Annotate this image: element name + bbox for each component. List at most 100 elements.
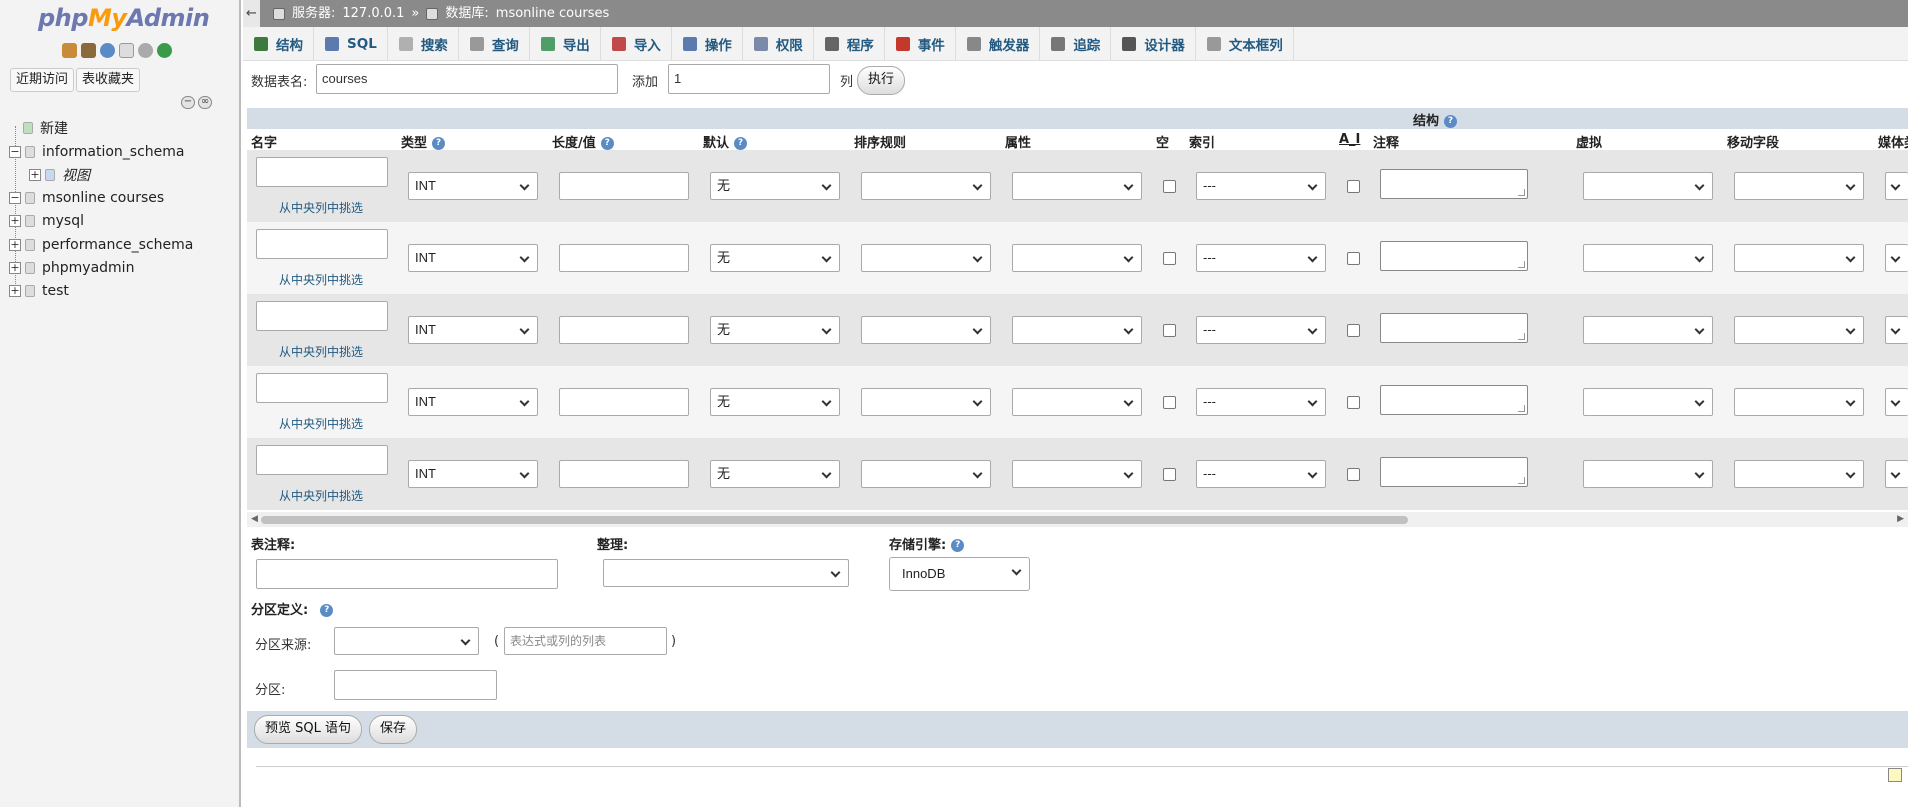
comment-textarea[interactable]: [1380, 385, 1528, 415]
column-name-input[interactable]: [256, 157, 388, 187]
settings-icon[interactable]: [138, 43, 153, 58]
comment-textarea[interactable]: [1380, 457, 1528, 487]
save-button[interactable]: 保存: [369, 715, 418, 744]
mime-type-select[interactable]: [1885, 244, 1908, 272]
move-column-select[interactable]: [1734, 172, 1864, 200]
tab-11[interactable]: 追踪: [1040, 27, 1112, 61]
preview-sql-button[interactable]: 预览 SQL 语句: [254, 715, 362, 744]
breadcrumb-database[interactable]: msonline courses: [496, 0, 609, 27]
mime-type-select[interactable]: [1885, 316, 1908, 344]
expand-toggle[interactable]: +: [9, 215, 21, 227]
partition-source-select[interactable]: [334, 627, 479, 655]
virtuality-select[interactable]: [1583, 244, 1713, 272]
move-column-select[interactable]: [1734, 388, 1864, 416]
index-select[interactable]: ---: [1196, 244, 1326, 272]
tree-item-test[interactable]: + test: [9, 280, 69, 302]
null-checkbox[interactable]: [1163, 252, 1176, 265]
mime-type-select[interactable]: [1885, 460, 1908, 488]
type-select[interactable]: INT: [408, 460, 538, 488]
attributes-select[interactable]: [1012, 388, 1142, 416]
tab-8[interactable]: 程序: [814, 27, 885, 61]
attributes-select[interactable]: [1012, 460, 1142, 488]
index-select[interactable]: ---: [1196, 172, 1326, 200]
column-name-input[interactable]: [256, 445, 388, 475]
default-select[interactable]: 无: [710, 388, 840, 416]
mime-type-select[interactable]: [1885, 172, 1908, 200]
collapse-all-icon[interactable]: −: [181, 96, 195, 109]
attributes-select[interactable]: [1012, 244, 1142, 272]
column-name-input[interactable]: [256, 373, 388, 403]
column-name-input[interactable]: [256, 301, 388, 331]
index-select[interactable]: ---: [1196, 460, 1326, 488]
tab-13[interactable]: 文本框列: [1196, 27, 1294, 61]
tab-7[interactable]: 权限: [743, 27, 814, 61]
type-select[interactable]: INT: [408, 388, 538, 416]
length-input[interactable]: [559, 172, 689, 200]
pick-from-central-link[interactable]: 从中央列中挑选: [279, 343, 363, 360]
collapse-toggle[interactable]: −: [9, 146, 21, 158]
default-select[interactable]: 无: [710, 460, 840, 488]
expand-toggle[interactable]: +: [9, 285, 21, 297]
auto-increment-checkbox[interactable]: [1347, 324, 1360, 337]
tab-4[interactable]: 导出: [530, 27, 601, 61]
docs-icon[interactable]: [119, 43, 134, 58]
comment-textarea[interactable]: [1380, 241, 1528, 271]
attributes-select[interactable]: [1012, 316, 1142, 344]
add-columns-input[interactable]: 1: [668, 64, 830, 94]
length-input[interactable]: [559, 460, 689, 488]
logout-icon[interactable]: [81, 43, 96, 58]
column-name-input[interactable]: [256, 229, 388, 259]
length-input[interactable]: [559, 388, 689, 416]
scroll-right-icon[interactable]: ▶: [1897, 514, 1904, 524]
go-button[interactable]: 执行: [857, 66, 906, 95]
index-select[interactable]: ---: [1196, 388, 1326, 416]
collation-select[interactable]: [861, 172, 991, 200]
type-select[interactable]: INT: [408, 244, 538, 272]
table-name-input[interactable]: courses: [316, 64, 618, 94]
length-input[interactable]: [559, 316, 689, 344]
tab-0[interactable]: 结构: [243, 27, 314, 61]
auto-increment-checkbox[interactable]: [1347, 180, 1360, 193]
expand-toggle[interactable]: +: [29, 169, 41, 181]
help-icon[interactable]: ?: [432, 137, 446, 150]
home-icon[interactable]: [62, 43, 77, 58]
expand-toggle[interactable]: +: [9, 239, 21, 251]
collation-select[interactable]: [861, 388, 991, 416]
help-icon[interactable]: ?: [734, 137, 748, 150]
tree-item-information-schema[interactable]: − information_schema: [9, 141, 185, 163]
comment-textarea[interactable]: [1380, 313, 1528, 343]
link-icon[interactable]: ∞: [198, 96, 212, 109]
virtuality-select[interactable]: [1583, 316, 1713, 344]
tab-2[interactable]: 搜索: [388, 27, 459, 61]
pick-from-central-link[interactable]: 从中央列中挑选: [279, 199, 363, 216]
tab-10[interactable]: 触发器: [956, 27, 1041, 61]
pick-from-central-link[interactable]: 从中央列中挑选: [279, 415, 363, 432]
reload-icon[interactable]: [157, 43, 172, 58]
length-input[interactable]: [559, 244, 689, 272]
help-icon[interactable]: ?: [1444, 115, 1458, 128]
tab-5[interactable]: 导入: [601, 27, 672, 61]
partitions-input[interactable]: [334, 670, 497, 700]
default-select[interactable]: 无: [710, 316, 840, 344]
partition-expression-input[interactable]: 表达式或列的列表: [504, 627, 667, 655]
default-select[interactable]: 无: [710, 244, 840, 272]
tab-12[interactable]: 设计器: [1111, 27, 1196, 61]
recent-button[interactable]: 近期访问: [10, 68, 75, 92]
collation-select[interactable]: [861, 460, 991, 488]
default-select[interactable]: 无: [710, 172, 840, 200]
null-checkbox[interactable]: [1163, 468, 1176, 481]
tab-1[interactable]: SQL: [314, 27, 388, 61]
tree-item-performance-schema[interactable]: + performance_schema: [9, 234, 193, 256]
null-checkbox[interactable]: [1163, 180, 1176, 193]
tree-item-new[interactable]: 新建: [23, 117, 68, 139]
move-column-select[interactable]: [1734, 244, 1864, 272]
collapse-toggle[interactable]: −: [9, 192, 21, 204]
collation-select[interactable]: [861, 316, 991, 344]
expand-toggle[interactable]: +: [9, 262, 21, 274]
type-select[interactable]: INT: [408, 172, 538, 200]
collation-select[interactable]: [861, 244, 991, 272]
scroll-left-icon[interactable]: ◀: [251, 514, 258, 524]
tab-9[interactable]: 事件: [885, 27, 956, 61]
virtuality-select[interactable]: [1583, 172, 1713, 200]
tab-3[interactable]: 查询: [459, 27, 530, 61]
